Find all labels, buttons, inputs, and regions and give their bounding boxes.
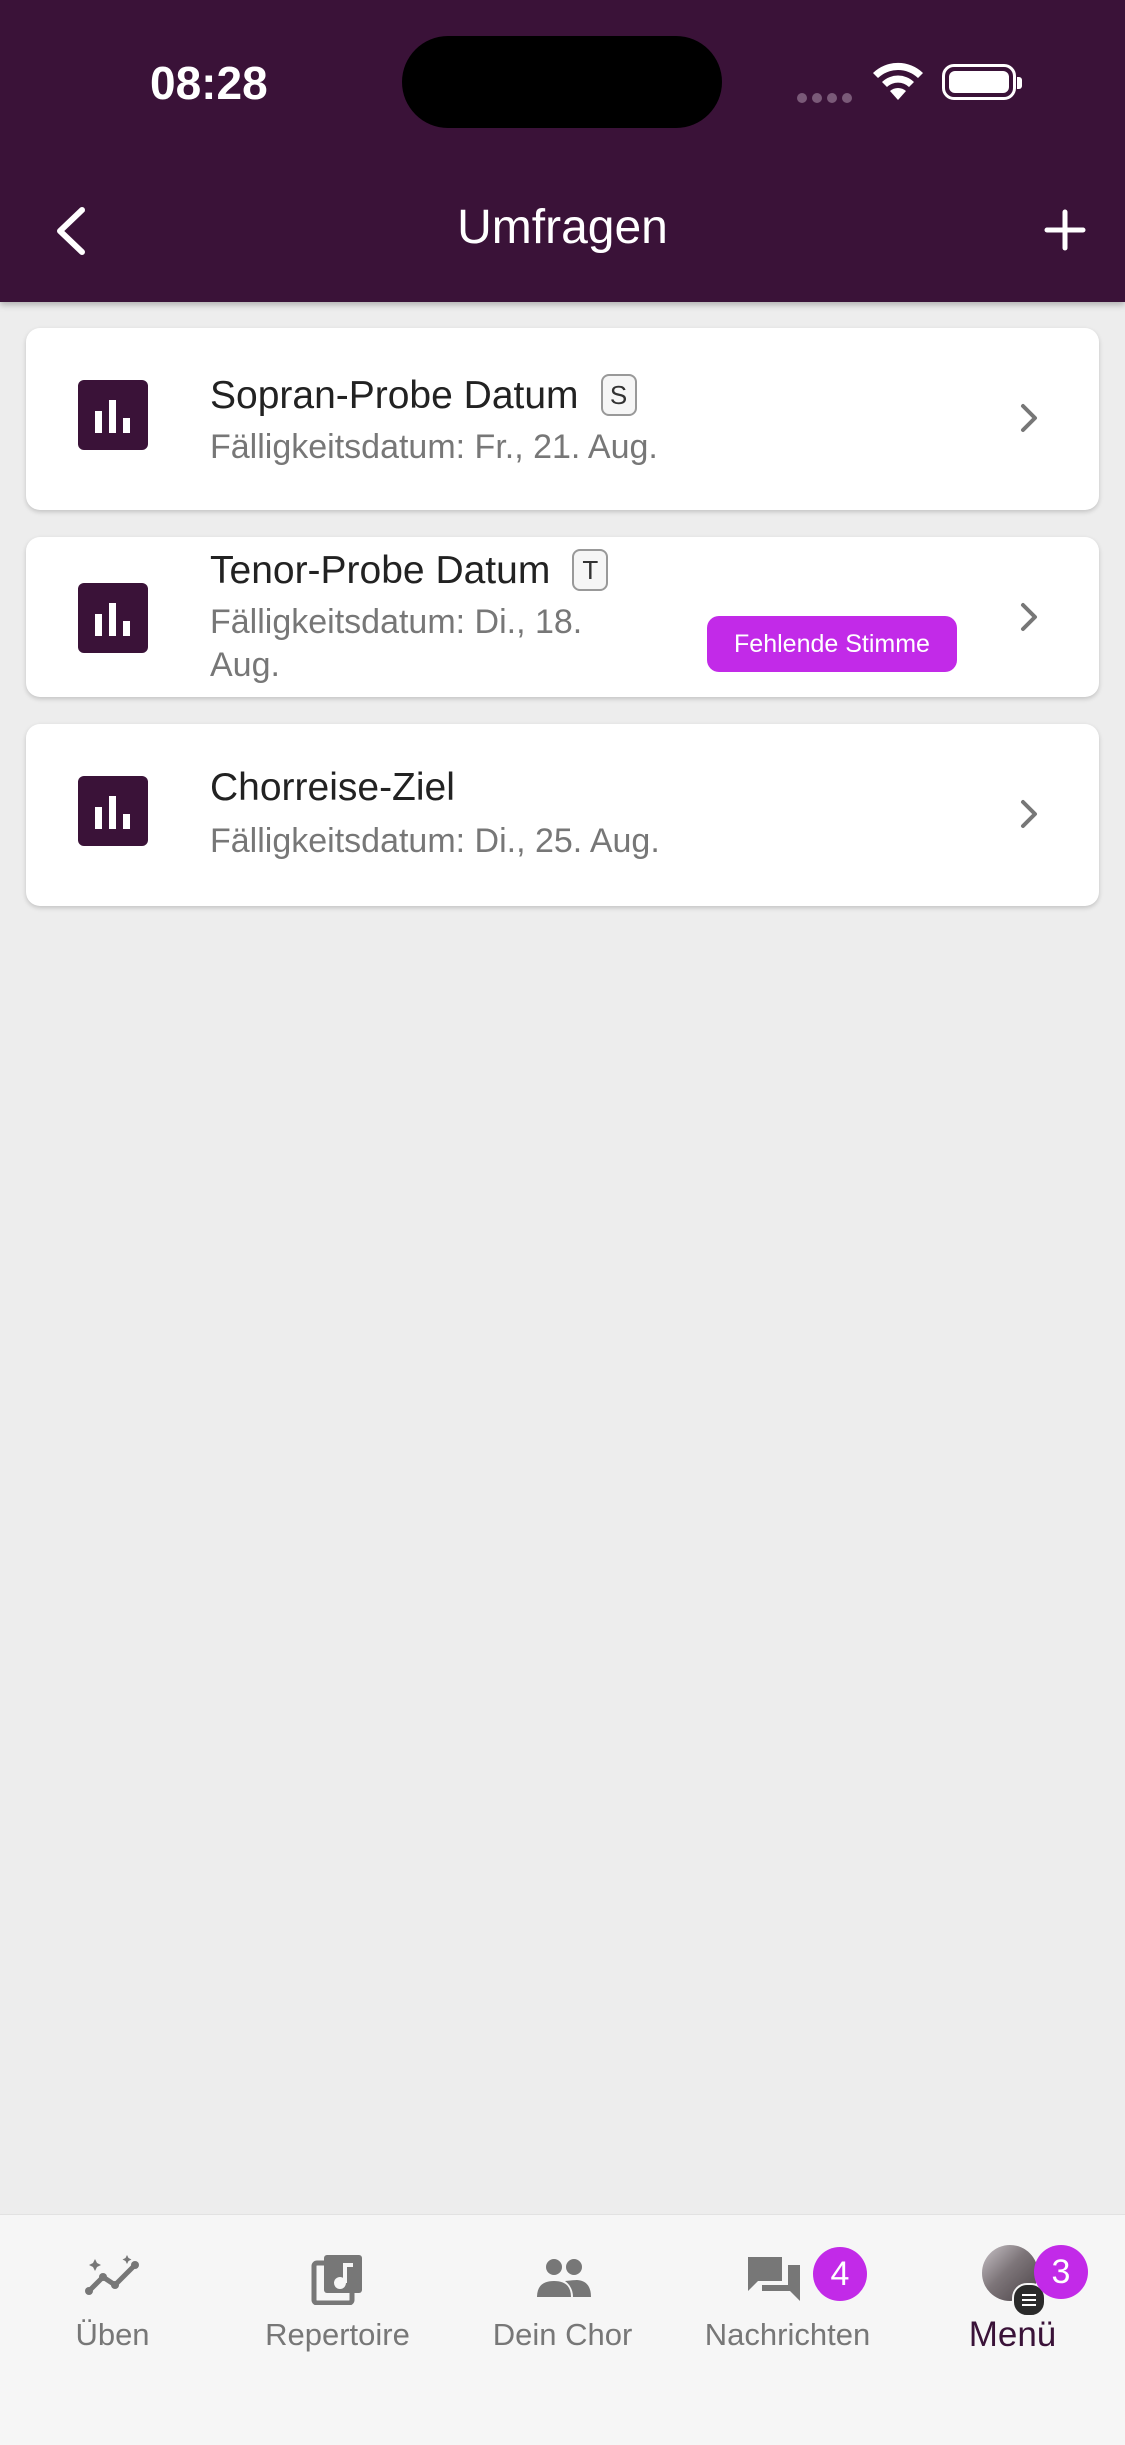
bottom-navigation: Üben Repertoire Dein Chor 4 Nachrichten (0, 2214, 1125, 2445)
poll-chart-icon (78, 583, 148, 653)
poll-title: Chorreise-Ziel (210, 766, 455, 809)
status-time: 08:28 (150, 57, 268, 109)
chat-icon (747, 2257, 800, 2301)
cellular-signal-icon (797, 90, 857, 108)
nav-label: Dein Chor (492, 2317, 633, 2352)
nav-label: Nachrichten (704, 2317, 871, 2352)
menu-notification-badge: 3 (1034, 2245, 1088, 2299)
poll-due-date: Fälligkeitsdatum: Di., 25. Aug. (210, 822, 660, 860)
unread-messages-badge: 4 (813, 2247, 867, 2301)
nav-item-repertoire[interactable]: Repertoire (225, 2235, 450, 2355)
poll-due-date: Fälligkeitsdatum: Fr., 21. Aug. (210, 428, 658, 466)
nav-item-nachrichten[interactable]: 4 Nachrichten (675, 2235, 900, 2355)
nav-item-dein-chor[interactable]: Dein Chor (450, 2235, 675, 2355)
poll-due-date-line2: Aug. (210, 646, 280, 684)
page-title: Umfragen (457, 201, 668, 254)
poll-card[interactable]: Tenor-Probe Datum T Fälligkeitsdatum: Di.… (26, 537, 1099, 697)
people-icon (536, 2259, 591, 2297)
battery-icon (942, 64, 1022, 100)
poll-card[interactable]: Chorreise-Ziel Fälligkeitsdatum: Di., 25… (26, 724, 1099, 906)
poll-chart-icon (78, 380, 148, 450)
music-library-icon (311, 2255, 362, 2305)
practice-trend-icon (84, 2255, 139, 2295)
plus-icon (1044, 209, 1086, 251)
add-poll-button[interactable] (1035, 200, 1095, 260)
nav-item-ueben[interactable]: Üben (0, 2235, 225, 2355)
dynamic-island (402, 36, 722, 128)
voice-badge: S (600, 373, 637, 416)
missing-voice-badge: Fehlende Stimme (707, 616, 957, 672)
chevron-right-icon (1021, 404, 1037, 432)
voice-badge: T (572, 548, 609, 591)
chevron-right-icon (1021, 800, 1037, 828)
chevron-right-icon (1021, 603, 1037, 631)
poll-due-date: Fälligkeitsdatum: Di., 18. Aug. (210, 601, 582, 687)
nav-label: Üben (75, 2317, 150, 2352)
poll-card[interactable]: Sopran-Probe Datum S Fälligkeitsdatum: Fr… (26, 328, 1099, 510)
poll-title: Tenor-Probe Datum T (210, 548, 609, 594)
nav-label: Repertoire (265, 2317, 410, 2352)
app-header: 08:28 Umfragen (0, 0, 1125, 302)
nav-item-menue[interactable]: 3 Menü (900, 2235, 1125, 2355)
poll-title: Sopran-Probe Datum S (210, 373, 637, 419)
poll-chart-icon (78, 776, 148, 846)
poll-due-date-line1: Fälligkeitsdatum: Di., 18. (210, 603, 583, 641)
nav-label: Menü (968, 2315, 1057, 2354)
wifi-icon (873, 62, 923, 100)
